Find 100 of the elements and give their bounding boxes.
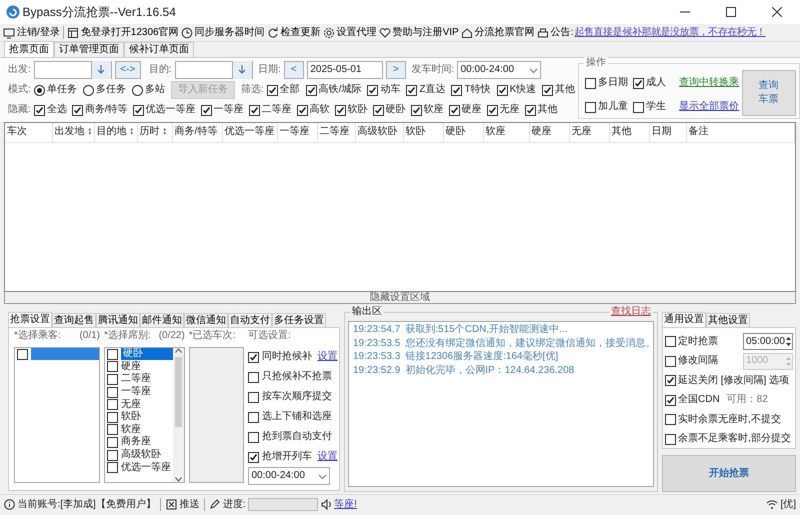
checkbox-label[interactable]: 加儿童 — [598, 101, 628, 113]
checkbox[interactable] — [585, 78, 596, 88]
checkbox-label[interactable]: 余票不足乘客时,部分提交 — [678, 433, 791, 446]
page-tab[interactable]: 抢票页面 — [4, 41, 54, 57]
checkbox-label[interactable]: 全选 — [46, 104, 67, 116]
checkbox-label[interactable]: K快速 — [510, 84, 536, 96]
checkbox[interactable] — [200, 104, 212, 116]
checkbox[interactable] — [524, 104, 536, 116]
column-header[interactable]: 日期 — [649, 123, 686, 142]
scroll-down-icon[interactable] — [174, 477, 182, 482]
checkbox-label[interactable]: 高软 — [310, 104, 330, 116]
checkbox-label[interactable]: 其他 — [555, 84, 576, 96]
column-header[interactable]: 目的地 ↕ — [94, 123, 137, 142]
settings-tab[interactable]: 微信通知 — [184, 313, 228, 327]
checkbox[interactable] — [248, 392, 259, 402]
column-header[interactable]: 历时 ↕ — [137, 123, 172, 142]
seat-option[interactable]: 硬座 — [121, 360, 141, 373]
checkbox[interactable] — [34, 104, 45, 116]
settings-tab[interactable]: 查询起售 — [52, 313, 96, 327]
checkbox[interactable] — [107, 424, 118, 436]
sound-link[interactable]: 等座! — [334, 498, 357, 510]
checkbox-label[interactable]: 硬座 — [462, 104, 482, 116]
checkbox[interactable] — [107, 436, 118, 448]
start-button[interactable]: 开始抢票 — [662, 455, 796, 492]
settings-tab[interactable]: 邮件通知 — [140, 313, 184, 327]
speaker-icon[interactable] — [320, 499, 332, 510]
checkbox[interactable] — [248, 432, 259, 442]
checkbox[interactable] — [633, 102, 644, 112]
dropdown-button[interactable] — [90, 61, 111, 79]
column-header[interactable]: 硬卧 — [443, 123, 483, 142]
seat-option[interactable]: 硬卧 — [121, 348, 173, 360]
checkbox[interactable] — [665, 336, 676, 348]
checkbox-label[interactable]: 全部 — [280, 84, 300, 96]
checkbox[interactable] — [496, 84, 508, 96]
checkbox-label[interactable]: 延迟关闭 [修改间隔] 选项 — [678, 374, 790, 387]
checkbox-label[interactable]: 高铁/城际 — [318, 84, 362, 96]
checkbox-label[interactable]: 选上下铺和选座 — [262, 411, 332, 423]
checkbox-label[interactable]: T特快 — [464, 84, 491, 96]
checkbox[interactable] — [665, 434, 676, 445]
column-header[interactable]: 其他 — [609, 123, 649, 142]
checkbox[interactable] — [266, 84, 278, 96]
seat-option[interactable]: 软卧 — [121, 411, 141, 424]
settings-tab[interactable]: 抢票设置 — [8, 312, 52, 327]
seat-option[interactable]: 商务座 — [121, 436, 151, 448]
checkbox-label[interactable]: 软卧 — [348, 104, 368, 116]
checkbox[interactable] — [107, 412, 118, 423]
column-header[interactable]: 高级软卧 — [355, 123, 403, 142]
checkbox[interactable] — [406, 84, 418, 96]
column-header[interactable]: 车次 — [5, 123, 52, 142]
checkbox[interactable] — [296, 104, 308, 116]
checkbox-label[interactable]: 动车 — [380, 84, 400, 96]
checkbox[interactable] — [367, 84, 378, 96]
checkbox[interactable] — [72, 104, 83, 116]
toolbar-button[interactable]: 同步服务器时间 — [180, 26, 266, 38]
checkbox-label[interactable]: 抢增开列车 — [262, 451, 312, 463]
checkbox[interactable] — [306, 84, 317, 96]
spin-field[interactable]: 05:00:00 — [743, 333, 793, 350]
checkbox[interactable] — [451, 84, 462, 96]
checkbox[interactable] — [665, 375, 676, 386]
column-header[interactable]: 优选一等座 — [222, 123, 277, 142]
checkbox[interactable] — [334, 104, 346, 116]
settings-link[interactable]: 设置 — [318, 351, 338, 363]
checkbox-label[interactable]: 学生 — [646, 101, 666, 113]
spin-arrows-icon[interactable] — [785, 336, 792, 348]
checkbox[interactable] — [665, 414, 676, 426]
seat-option[interactable]: 一等座 — [121, 386, 151, 398]
seat-option[interactable]: 高级软卧 — [121, 449, 161, 462]
checkbox-label[interactable]: Z直达 — [419, 84, 446, 96]
checkbox[interactable] — [665, 394, 676, 406]
page-tab[interactable]: 候补订单页面 — [124, 42, 194, 57]
checkbox[interactable] — [107, 450, 118, 461]
checkbox[interactable] — [107, 386, 118, 398]
checkbox-label[interactable]: 硬卧 — [386, 104, 406, 116]
checkbox-label[interactable]: 成人 — [646, 77, 666, 89]
checkbox-label[interactable]: 抢到票自动支付 — [262, 431, 332, 443]
checkbox[interactable] — [248, 412, 259, 422]
settings-tab[interactable]: 多任务设置 — [272, 313, 326, 327]
push-label[interactable]: 推送 — [179, 498, 200, 510]
toolbar-button[interactable]: 注销/登录 — [2, 26, 61, 38]
toolbar-button[interactable]: 公告: — [536, 26, 574, 38]
time-range-select[interactable]: 00:00-24:00 — [248, 467, 330, 485]
seat-option[interactable]: 二等座 — [121, 373, 151, 386]
redacted-name[interactable] — [31, 348, 99, 360]
checkbox[interactable] — [107, 374, 118, 385]
link[interactable]: 显示全部票价 — [679, 101, 740, 113]
next-date-button[interactable]: > — [386, 61, 406, 79]
checkbox[interactable] — [107, 348, 118, 360]
push-icon[interactable] — [166, 499, 177, 510]
scroll-up-icon[interactable] — [174, 348, 182, 353]
column-header[interactable]: 备注 — [686, 123, 794, 142]
dropdown-button[interactable] — [232, 61, 252, 79]
radio-button[interactable] — [132, 84, 143, 96]
column-header[interactable]: 软座 — [483, 123, 529, 142]
radio-label[interactable]: 多任务 — [96, 84, 126, 96]
checkbox[interactable] — [248, 352, 259, 362]
checkbox[interactable] — [132, 104, 144, 116]
checkbox[interactable] — [17, 348, 28, 360]
checkbox[interactable] — [248, 452, 259, 462]
find-log-link[interactable]: 查找日志 — [609, 306, 653, 318]
toolbar-button[interactable]: 检查更新 — [266, 26, 322, 38]
